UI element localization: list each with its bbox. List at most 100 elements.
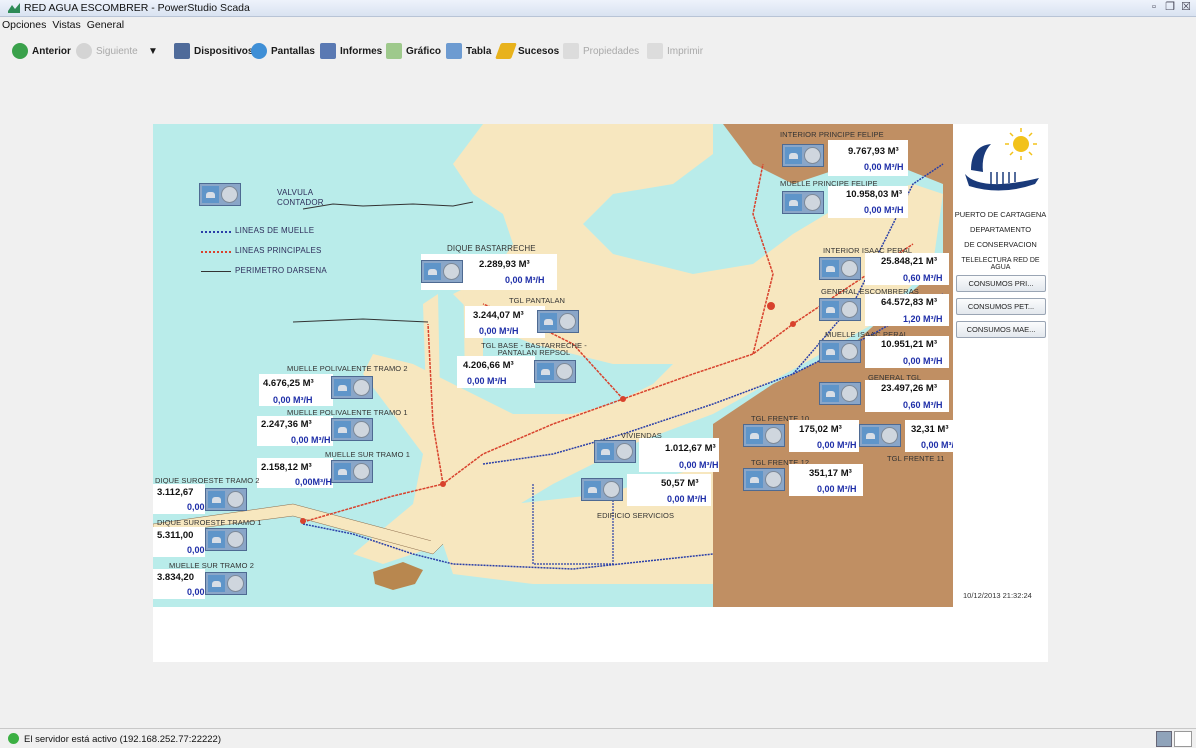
port-map: VALVULA CONTADOR LINEAS DE MUELLE LINEAS… [153,124,953,607]
consumos-pri-button[interactable]: CONSUMOS PRI... [956,275,1046,292]
meter-readout: 2.158,12 M³ 0,00M³/H [257,458,333,488]
meter-readout: 3.244,07 M³ 0,00 M³/H [465,306,545,338]
legend-lineas-principales: LINEAS PRINCIPALES [235,246,322,255]
side-line-1: PUERTO DE CARTAGENA [954,210,1047,219]
properties-button[interactable]: Propiedades [563,42,639,60]
meter-icons[interactable] [782,144,824,167]
chart-icon [386,43,402,59]
meter-readout: 3.834,20 0,00 [153,569,205,599]
meter-readout: 23.497,26 M³ 0,60 M³/H [865,380,949,412]
consumos-mae-button[interactable]: CONSUMOS MAE... [956,321,1046,338]
meter-icon [221,186,238,203]
print-button[interactable]: Imprimir [647,42,703,60]
meter-readout: 10.958,03 M³ 0,00 M³/H [828,186,908,218]
title-bar: RED AGUA ESCOMBRER - PowerStudio Scada ▫… [0,0,1196,17]
side-panel: PUERTO DE CARTAGENA DEPARTAMENTO DE CONS… [953,124,1048,607]
side-line-4: TELELECTURA RED DE AGUA [961,257,1040,271]
reports-icon [320,43,336,59]
screens-button[interactable]: Pantallas [251,42,315,60]
meter-icons[interactable] [819,340,861,363]
meter-icons[interactable] [819,298,861,321]
meter-label: TGL PANTALAN [509,296,566,305]
meter-icons[interactable] [205,488,247,511]
meter-label: DIQUE BASTARRECHE [447,244,536,253]
menu-general[interactable]: General [85,17,128,31]
properties-icon [563,43,579,59]
meter-readout: 50,57 M³ 0,00 M³/H [627,474,711,506]
meter-icons[interactable] [537,310,579,333]
meter-readout: 5.311,00 0,00 [153,527,205,557]
meter-icons[interactable] [743,424,785,447]
forward-arrow-icon [76,43,92,59]
meter-label: MUELLE POLIVALENTE TRAMO 2 [287,364,408,373]
valve-icon [202,186,219,203]
menu-bar: Opciones Vistas General [0,17,1196,35]
devices-icon [174,43,190,59]
close-icon[interactable]: ☒ [1180,1,1192,13]
meter-readout: 32,31 M³0,00 M³/H [905,420,953,452]
side-line-2: DEPARTAMENTO [969,225,1032,234]
consumos-pet-button[interactable]: CONSUMOS PET... [956,298,1046,315]
timestamp: 10/12/2013 21:32:24 [963,591,1032,600]
events-icon [495,43,517,59]
connection-icon[interactable] [1156,731,1172,747]
toolbar: Anterior Siguiente ▼ Dispositivos Pantal… [0,38,1196,64]
chart-button[interactable]: Gráfico [386,42,441,60]
meter-label: MUELLE SUR TRAMO 1 [325,450,411,459]
meter-readout: 3.112,67 0,00 [153,484,205,514]
meter-icons[interactable] [581,478,623,501]
meter-icons[interactable] [205,572,247,595]
meter-icons[interactable] [331,460,373,483]
restore-icon[interactable]: ❐ [1164,1,1176,13]
forward-button[interactable]: Siguiente [76,42,138,60]
menu-opciones[interactable]: Opciones [0,17,50,31]
devices-button[interactable]: Dispositivos [174,42,253,60]
legend-perimetro: PERIMETRO DARSENA [235,266,327,275]
meter-icons[interactable] [782,191,824,214]
meter-icons[interactable] [819,382,861,405]
meter-readout: 4.206,66 M³ 0,00 M³/H [457,356,535,388]
meter-icons[interactable] [743,468,785,491]
menu-vistas[interactable]: Vistas [50,17,84,31]
back-button[interactable]: Anterior [12,42,71,60]
legend-valve-meter-icons [199,183,241,206]
back-arrow-icon [12,43,28,59]
screens-icon [251,43,267,59]
status-bar: El servidor está activo (192.168.252.77:… [0,728,1196,748]
meter-icons[interactable] [594,440,636,463]
meter-readout: 4.676,25 M³ 0,00 M³/H [259,374,333,406]
meter-readout: 1.012,67 M³ 0,00 M³/H [639,438,719,472]
meter-label: TGL BASE - BASTARRECHE - PANTALAN REPSOL [481,341,587,357]
table-icon [446,43,462,59]
meter-label: INTERIOR PRINCIPE FELIPE [780,130,884,139]
resize-grip-icon [1174,731,1192,747]
meter-readout: 351,17 M³ 0,00 M³/H [789,464,863,496]
meter-readout: 175,02 M³ 0,00 M³/H [789,420,859,452]
meter-icons[interactable] [859,424,901,447]
status-text: El servidor está activo (192.168.252.77:… [24,734,221,745]
meter-icons[interactable] [819,257,861,280]
history-dropdown[interactable]: ▼ [148,42,158,60]
meter-icons[interactable] [421,260,463,283]
meter-icons[interactable] [534,360,576,383]
table-button[interactable]: Tabla [446,42,491,60]
print-icon [647,43,663,59]
meter-readout: 2.247,36 M³ 0,00 M³/H [257,416,333,446]
side-line-3: DE CONSERVACION [964,240,1037,249]
meter-readout: 25.848,21 M³ 0,60 M³/H [865,253,949,285]
server-status-icon [8,733,19,744]
meter-icons[interactable] [331,376,373,399]
meter-readout: 64.572,83 M³ 1,20 M³/H [865,294,949,326]
meter-label: DIQUE SUROESTE TRAMO 1 [157,518,262,527]
minimize-icon[interactable]: ▫ [1148,1,1160,13]
meter-readout: 10.951,21 M³ 0,00 M³/H [865,336,949,368]
legend-valvula: VALVULA [277,188,314,197]
meter-icons[interactable] [331,418,373,441]
meter-icons[interactable] [205,528,247,551]
reports-button[interactable]: Informes [320,42,382,60]
meter-readout: 9.767,93 M³ 0,00 M³/H [828,140,908,176]
app-icon [8,3,20,13]
meter-label: TGL FRENTE 11 [887,454,945,463]
events-button[interactable]: Sucesos [495,42,559,60]
window-title: RED AGUA ESCOMBRER - PowerStudio Scada [24,2,250,14]
